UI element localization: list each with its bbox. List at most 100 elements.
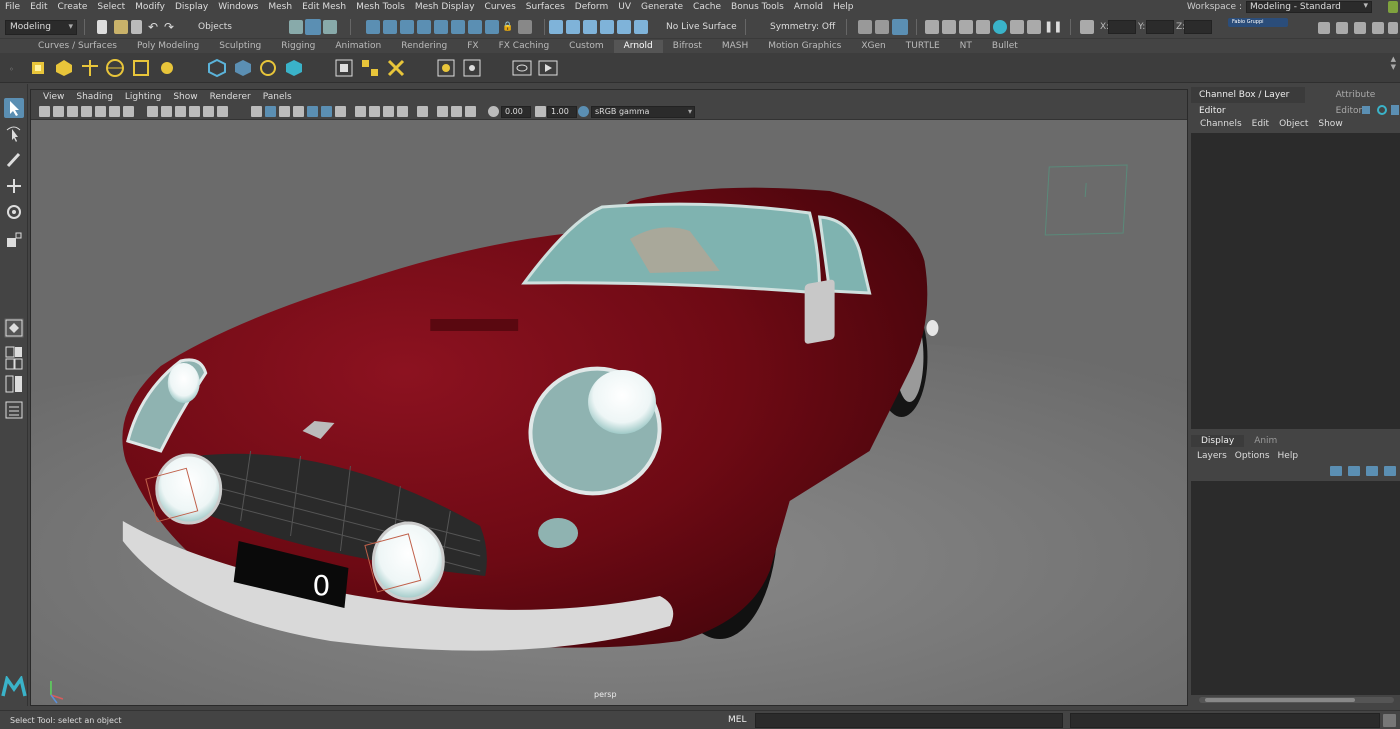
gamma-field[interactable]: 1.00 (547, 106, 577, 118)
shelf-tab-curves-surfaces[interactable]: Curves / Surfaces (28, 40, 127, 53)
snap-view-plane-icon[interactable] (417, 20, 431, 34)
select-hierarchy-icon[interactable] (289, 20, 303, 34)
menu-arnold[interactable]: Arnold (789, 0, 828, 14)
menu-create[interactable]: Create (53, 0, 93, 14)
scrollbar-thumb[interactable] (1205, 698, 1355, 702)
menu-mesh-display[interactable]: Mesh Display (410, 0, 480, 14)
arnold-ipr-icon[interactable] (1027, 20, 1041, 34)
coord-x-field[interactable] (1108, 20, 1136, 34)
user-account-badge[interactable]: Fabio Gruppi (1228, 18, 1288, 27)
menu-curves[interactable]: Curves (480, 0, 521, 14)
screen-space-ao-icon[interactable] (355, 106, 366, 117)
tab-anim[interactable]: Anim (1244, 435, 1287, 447)
volume-icon[interactable] (258, 58, 278, 78)
menu-help[interactable]: Help (828, 0, 859, 14)
menu-bonus-tools[interactable]: Bonus Tools (726, 0, 789, 14)
xray-icon[interactable] (437, 106, 448, 117)
render-frame-icon[interactable] (875, 20, 889, 34)
motion-blur-icon[interactable] (369, 106, 380, 117)
new-scene-icon[interactable] (97, 20, 107, 34)
xray-joints-icon[interactable] (465, 106, 476, 117)
pause-icon[interactable]: ❚❚ (1044, 20, 1062, 34)
snap-point-icon[interactable] (400, 20, 414, 34)
lasso-tool-icon[interactable] (4, 124, 24, 144)
move-layer-down-icon[interactable] (1348, 466, 1360, 476)
grid-icon[interactable] (123, 106, 134, 117)
default-material-icon[interactable] (279, 106, 290, 117)
shelf-tab-bullet[interactable]: Bullet (982, 40, 1028, 53)
pin-icon[interactable] (1391, 105, 1399, 115)
select-tool-icon[interactable] (4, 98, 24, 118)
wireframe-icon[interactable] (251, 106, 262, 117)
shelf-tab-xgen[interactable]: XGen (851, 40, 895, 53)
arnold-render-view-shelf-icon[interactable] (512, 58, 532, 78)
snap-center-icon[interactable] (451, 20, 465, 34)
camera-attributes-icon[interactable] (53, 106, 64, 117)
channel-box-toggle-icon[interactable] (1388, 22, 1398, 34)
padlock-icon[interactable]: 🔒 (502, 20, 513, 34)
magnet-icon[interactable] (617, 20, 631, 34)
single-view-layout-icon[interactable] (4, 346, 24, 358)
script-editor-icon[interactable] (1383, 714, 1396, 727)
shelf-tab-turtle[interactable]: TURTLE (896, 40, 950, 53)
tool-settings-icon[interactable] (1372, 22, 1384, 34)
vp-menu-shading[interactable]: Shading (70, 90, 119, 104)
2d-pan-zoom-icon[interactable] (95, 106, 106, 117)
grease-pencil-icon[interactable] (109, 106, 120, 117)
film-gate-icon[interactable] (147, 106, 158, 117)
save-scene-icon[interactable] (131, 20, 142, 34)
menu-modify[interactable]: Modify (130, 0, 170, 14)
shelf-tab-rendering[interactable]: Rendering (391, 40, 457, 53)
viewport-scene[interactable]: 0 (31, 121, 1187, 706)
shelf-tab-bifrost[interactable]: Bifrost (663, 40, 712, 53)
last-tool-icon[interactable] (4, 318, 24, 338)
bookmarks-icon[interactable] (67, 106, 78, 117)
outliner-layout-icon[interactable] (4, 400, 24, 420)
create-standin-icon[interactable] (233, 58, 253, 78)
camera-icon[interactable] (858, 20, 872, 34)
four-view-layout-icon[interactable] (4, 358, 24, 370)
modeling-toolkit-icon[interactable] (1318, 22, 1330, 34)
cb-menu-object[interactable]: Object (1274, 117, 1313, 131)
attribute-editor-icon[interactable] (1354, 22, 1366, 34)
curve-collector-icon[interactable] (284, 58, 304, 78)
shelf-tab-arnold[interactable]: Arnold (613, 40, 663, 53)
shelf-tab-fx[interactable]: FX (457, 40, 488, 53)
light-manager-icon[interactable] (462, 58, 482, 78)
layer-list[interactable] (1191, 481, 1400, 695)
cb-menu-show[interactable]: Show (1313, 117, 1347, 131)
wireframe-on-shaded-icon[interactable] (293, 106, 304, 117)
move-tool-icon[interactable] (4, 176, 24, 196)
tab-attribute-editor[interactable]: Attribute Editor (1328, 87, 1400, 116)
ipr-render-icon[interactable] (959, 20, 973, 34)
flush-cache-icon[interactable] (436, 58, 456, 78)
layer-menu-help[interactable]: Help (1274, 449, 1303, 463)
gamma-icon[interactable] (535, 106, 546, 117)
exposure-icon[interactable] (488, 106, 499, 117)
shelf-tab-custom[interactable]: Custom (559, 40, 613, 53)
new-layer-from-selection-icon[interactable] (1384, 466, 1396, 476)
hypershade-icon[interactable] (993, 20, 1007, 34)
open-scene-icon[interactable] (114, 20, 128, 34)
xray-active-icon[interactable] (451, 106, 462, 117)
paint-select-tool-icon[interactable] (4, 150, 24, 170)
command-line-input[interactable] (755, 713, 1063, 728)
menu-display[interactable]: Display (170, 0, 213, 14)
render-current-icon[interactable] (942, 20, 956, 34)
texture-tx-icon[interactable] (360, 58, 380, 78)
layer-menu-options[interactable]: Options (1231, 449, 1274, 463)
redo-icon[interactable]: ↷ (164, 20, 174, 34)
render-icon[interactable] (334, 58, 354, 78)
shelf-tab-fx-caching[interactable]: FX Caching (489, 40, 560, 53)
key-icon[interactable] (1362, 106, 1370, 114)
shelf-tab-sculpting[interactable]: Sculpting (209, 40, 271, 53)
menu-surfaces[interactable]: Surfaces (521, 0, 570, 14)
shelf-scroll-icon[interactable]: ▲ ▼ (1391, 55, 1396, 71)
two-view-layout-icon[interactable] (4, 374, 24, 394)
construction-history-icon[interactable] (600, 20, 614, 34)
render-settings-icon[interactable] (976, 20, 990, 34)
tab-channel-box-layer-editor[interactable]: Channel Box / Layer Editor (1191, 87, 1305, 116)
character-controls-icon[interactable] (1336, 22, 1348, 34)
shelf-tab-nt[interactable]: NT (950, 40, 982, 53)
view-transform-dropdown[interactable]: sRGB gamma ▾ (591, 106, 695, 118)
